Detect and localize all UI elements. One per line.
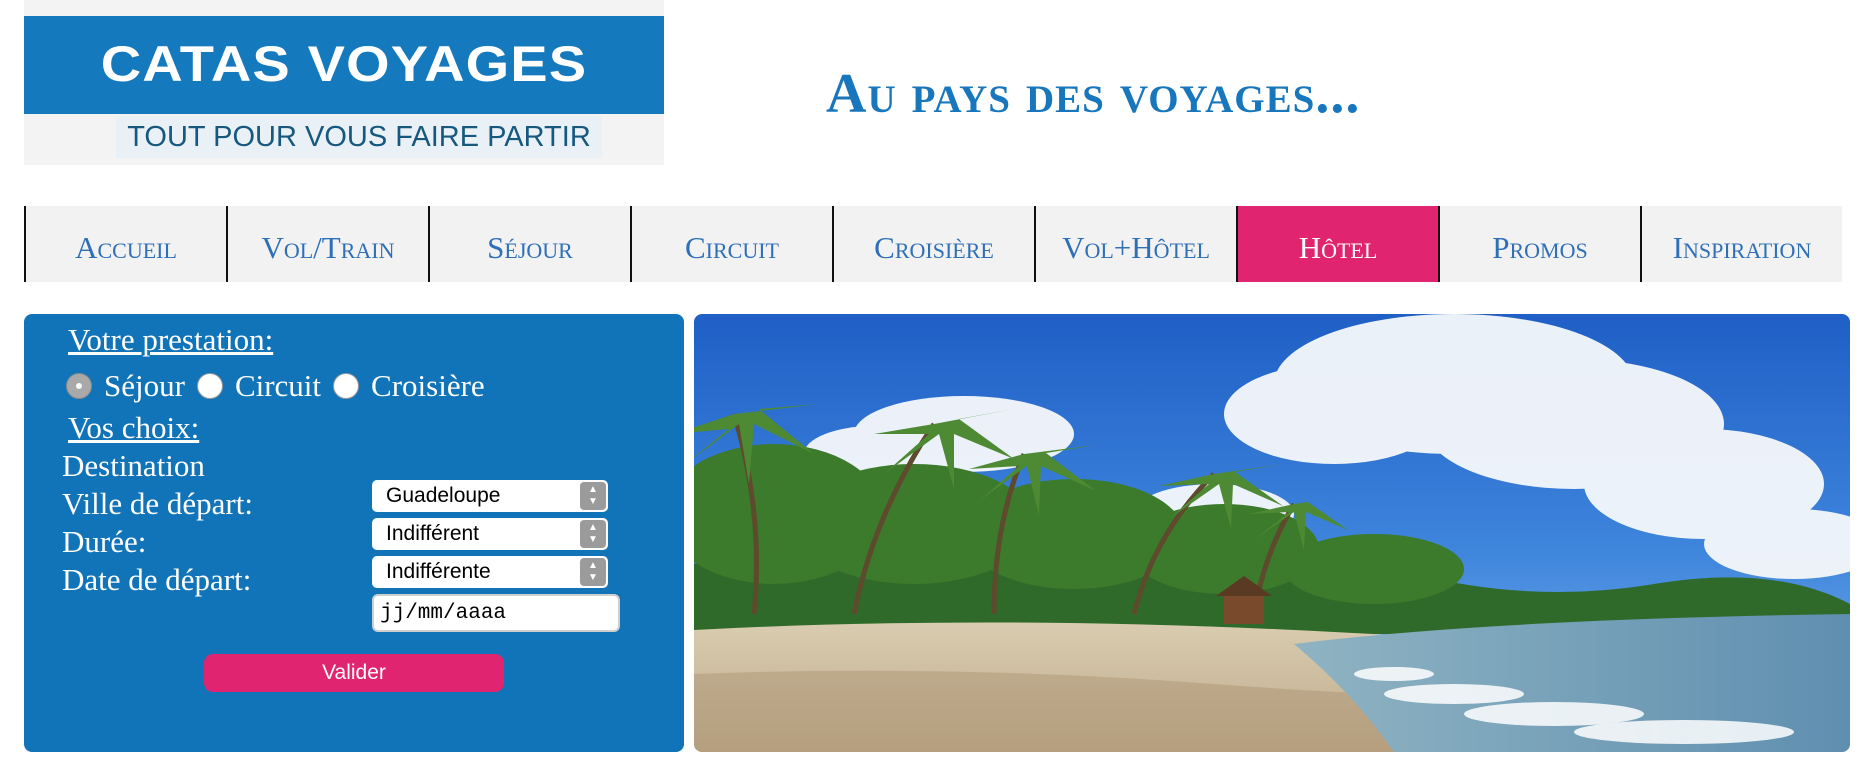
departure-date-input[interactable] xyxy=(372,594,620,632)
radio-circuit[interactable]: Circuit xyxy=(196,368,322,404)
choices-title: Vos choix: xyxy=(68,410,200,445)
departure-date-label: Date de départ: xyxy=(62,562,252,597)
destination-label: Destination xyxy=(62,448,205,483)
radio-sejour-label: Séjour xyxy=(104,368,185,403)
page-title: Au pays des voyages... xyxy=(826,63,1361,125)
nav-item-accueil[interactable]: Accueil xyxy=(24,206,226,282)
nav-item-vol-hotel[interactable]: Vol+Hôtel xyxy=(1034,206,1236,282)
radio-sejour[interactable]: Séjour xyxy=(66,368,185,404)
submit-button[interactable]: Valider xyxy=(204,654,504,692)
nav-item-hotel[interactable]: Hôtel xyxy=(1236,206,1438,282)
beach-photo xyxy=(694,314,1850,752)
main-nav: Accueil Vol/Train Séjour Circuit Croisiè… xyxy=(24,206,1844,282)
logo-tagline: TOUT POUR VOUS FAIRE PARTIR xyxy=(116,116,602,158)
logo-band: CATAS VOYAGES xyxy=(24,16,664,114)
duration-value: Indifférente xyxy=(386,560,491,583)
radio-unchecked-icon[interactable] xyxy=(196,373,223,399)
nav-item-promos[interactable]: Promos xyxy=(1438,206,1640,282)
site-logo[interactable]: CATAS VOYAGES TOUT POUR VOUS FAIRE PARTI… xyxy=(24,0,664,165)
destination-value: Guadeloupe xyxy=(386,484,501,507)
chevron-up-down-icon: ▲ ▼ xyxy=(580,482,606,510)
prestation-title: Votre prestation: xyxy=(68,322,274,357)
search-panel: Votre prestation: Séjour Circuit Croisiè… xyxy=(24,314,684,752)
chevron-up-down-icon: ▲ ▼ xyxy=(580,520,606,548)
radio-circuit-label: Circuit xyxy=(234,368,322,403)
chevron-up-down-icon: ▲ ▼ xyxy=(580,558,606,586)
radio-croisiere[interactable]: Croisière xyxy=(333,368,485,404)
nav-item-croisiere[interactable]: Croisière xyxy=(832,206,1034,282)
departure-city-value: Indifférent xyxy=(386,522,480,545)
departure-city-label: Ville de départ: xyxy=(62,486,253,521)
duration-select[interactable]: Indifférente ▲ ▼ xyxy=(372,556,608,588)
radio-unchecked-icon[interactable] xyxy=(333,373,360,399)
logo-title: CATAS VOYAGES xyxy=(100,36,588,92)
radio-checked-icon[interactable] xyxy=(66,373,92,399)
destination-select[interactable]: Guadeloupe ▲ ▼ xyxy=(372,480,608,512)
duration-label: Durée: xyxy=(62,524,147,559)
radio-croisiere-label: Croisière xyxy=(371,368,485,403)
nav-item-sejour[interactable]: Séjour xyxy=(428,206,630,282)
nav-item-inspiration[interactable]: Inspiration xyxy=(1640,206,1842,282)
departure-city-select[interactable]: Indifférent ▲ ▼ xyxy=(372,518,608,550)
prestation-radio-group: Séjour Circuit Croisière xyxy=(66,368,497,404)
nav-item-vol-train[interactable]: Vol/Train xyxy=(226,206,428,282)
nav-item-circuit[interactable]: Circuit xyxy=(630,206,832,282)
beach-photo-illustration xyxy=(694,314,1850,752)
